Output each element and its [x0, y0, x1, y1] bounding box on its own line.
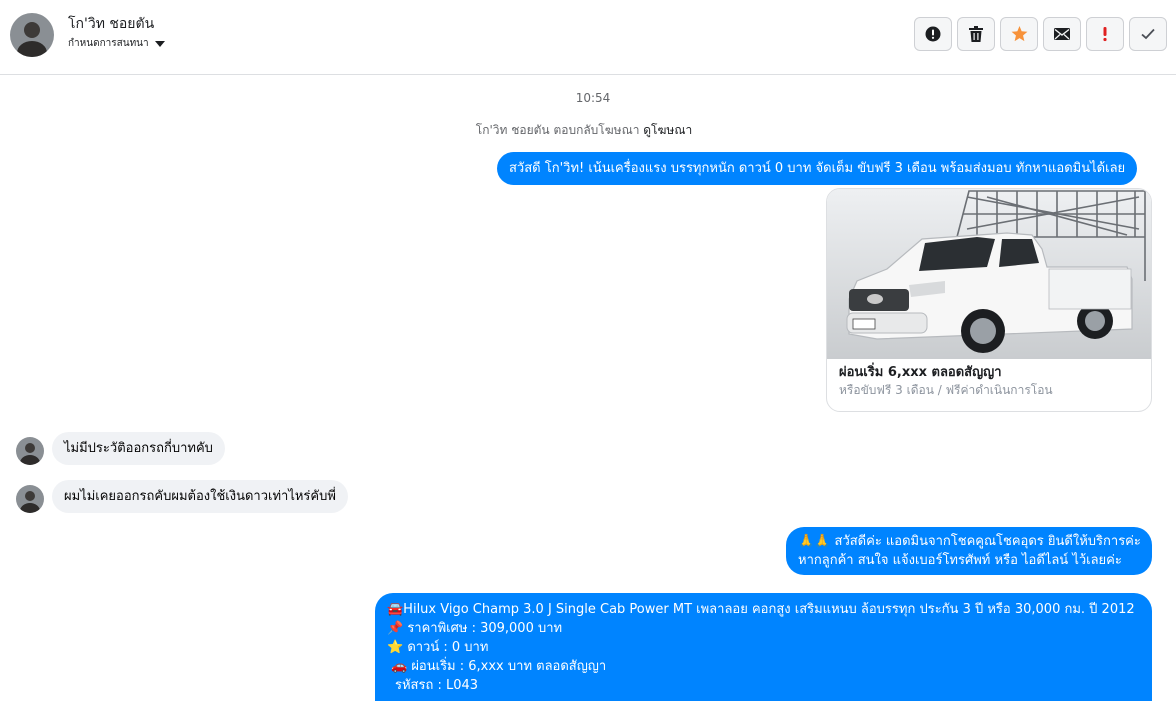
- sender-avatar[interactable]: [16, 437, 44, 465]
- conversation-header: โก'วิท ชอยตัน กำหนดการสนทนา: [0, 0, 1176, 75]
- exclamation-icon: [1103, 27, 1107, 42]
- envelope-icon: [1054, 28, 1070, 40]
- view-ad-link[interactable]: ดูโฆษณา: [643, 123, 692, 137]
- ad-reply-notice: โก'วิท ชอยตัน ตอบกลับโฆษณา ดูโฆษณา: [0, 121, 1168, 140]
- report-button[interactable]: [914, 17, 952, 51]
- contact-name: โก'วิท ชอยตัน: [68, 16, 155, 32]
- important-button[interactable]: [1086, 17, 1124, 51]
- ad-reply-text: โก'วิท ชอยตัน ตอบกลับโฆษณา: [475, 123, 640, 137]
- ad-card-subtitle: หรือขับฟรี 3 เดือน / ฟรีค่าดำเนินการโอน: [839, 383, 1053, 397]
- assign-label: กำหนดการสนทนา: [68, 38, 149, 49]
- action-toolbar: [914, 17, 1167, 51]
- star-button[interactable]: [1000, 17, 1038, 51]
- message-line: 🙏🙏 สวัสดีค่ะ แอดมินจากโชคคูณโชคอุดร ยินด…: [798, 534, 1141, 549]
- message-line: หากลูกค้า สนใจ แจ้งเบอร์โทรศัพท์ หรือ ไอ…: [798, 553, 1122, 568]
- contact-avatar[interactable]: [10, 13, 54, 57]
- outgoing-message[interactable]: 🚘Hilux Vigo Champ 3.0 J Single Cab Power…: [375, 593, 1152, 701]
- incoming-message[interactable]: ผมไม่เคยออกรถคับผมต้องใช้เงินดาวเท่าไหร่…: [52, 480, 348, 513]
- delete-button[interactable]: [957, 17, 995, 51]
- mark-unread-button[interactable]: [1043, 17, 1081, 51]
- check-icon: [1141, 28, 1155, 40]
- assign-conversation-dropdown[interactable]: กำหนดการสนทนา: [68, 36, 165, 51]
- message-text: ผมไม่เคยออกรถคับผมต้องใช้เงินดาวเท่าไหร่…: [64, 489, 336, 504]
- ad-card-title: ผ่อนเริ่ม 6,xxx ตลอดสัญญา: [839, 365, 1002, 380]
- message-line: 🚗 ผ่อนเริ่ม : 6,xxx บาท ตลอดสัญญา: [391, 659, 607, 674]
- ad-image[interactable]: [827, 189, 1151, 359]
- message-text: ไม่มีประวัติออกรถกี่บาทคับ: [64, 441, 213, 456]
- alert-circle-icon: [925, 26, 941, 42]
- caret-down-icon: [154, 40, 165, 47]
- incoming-message[interactable]: ไม่มีประวัติออกรถกี่บาทคับ: [52, 432, 225, 465]
- sender-avatar[interactable]: [16, 485, 44, 513]
- message-timestamp: 10:54: [575, 91, 611, 105]
- message-line: ⭐ ดาวน์ : 0 บาท: [387, 640, 489, 655]
- message-line: 🚘Hilux Vigo Champ 3.0 J Single Cab Power…: [387, 602, 1135, 617]
- outgoing-message[interactable]: 🙏🙏 สวัสดีค่ะ แอดมินจากโชคคูณโชคอุดร ยินด…: [786, 527, 1152, 575]
- message-line: 📌 ราคาพิเศษ : 309,000 บาท: [387, 621, 563, 636]
- outgoing-message[interactable]: สวัสดี โก'วิท! เน้นเครื่องแรง บรรทุกหนัก…: [497, 152, 1138, 185]
- star-icon: [1011, 26, 1027, 42]
- done-button[interactable]: [1129, 17, 1167, 51]
- message-text: สวัสดี โก'วิท! เน้นเครื่องแรง บรรทุกหนัก…: [509, 161, 1126, 176]
- ad-card[interactable]: ผ่อนเริ่ม 6,xxx ตลอดสัญญา หรือขับฟรี 3 เ…: [826, 188, 1152, 412]
- trash-icon: [969, 26, 983, 42]
- message-line: รหัสรถ : L043: [395, 678, 479, 693]
